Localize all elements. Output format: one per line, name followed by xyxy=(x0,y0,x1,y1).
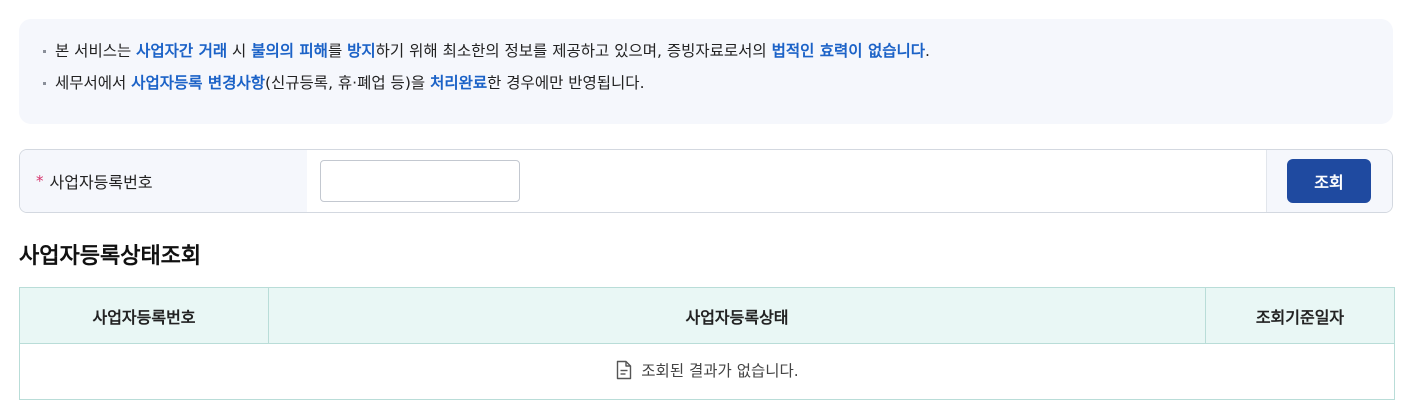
line1-seg: 법적인 효력이 없습니다 xyxy=(771,42,925,60)
line2-seg: 세무서에서 xyxy=(55,74,132,92)
notice-box: 본 서비스는 사업자간 거래 시 불의의 피해를 방지하기 위해 최소한의 정보… xyxy=(19,19,1393,124)
column-header-business-number: 사업자등록번호 xyxy=(19,287,269,344)
line2-seg: 한 경우에만 반영됩니다. xyxy=(487,74,645,92)
bullet-icon xyxy=(43,50,46,53)
column-header-status: 사업자등록상태 xyxy=(268,287,1206,344)
line1-seg: 사업자간 거래 xyxy=(136,42,228,60)
line1-seg: 방지 xyxy=(347,42,376,60)
line2-seg: (신규등록, 휴·폐업 등)을 xyxy=(264,74,431,92)
result-table: 사업자등록번호 사업자등록상태 조회기준일자 조회된 결과가 없습니다. xyxy=(19,287,1395,400)
table-row: 조회된 결과가 없습니다. xyxy=(19,343,1395,400)
notice-line-2: 세무서에서 사업자등록 변경사항(신규등록, 휴·폐업 등)을 처리완료한 경우… xyxy=(41,73,1393,93)
search-button-cell: 조회 xyxy=(1266,150,1392,212)
notice-line-1: 본 서비스는 사업자간 거래 시 불의의 피해를 방지하기 위해 최소한의 정보… xyxy=(41,41,1393,61)
business-number-input[interactable] xyxy=(320,160,520,202)
line1-seg: 불의의 피해 xyxy=(251,42,328,60)
empty-result: 조회된 결과가 없습니다. xyxy=(615,359,799,381)
page-title: 사업자등록상태조회 xyxy=(19,244,202,269)
search-label: 사업자등록번호 xyxy=(49,173,153,192)
line1-seg: 시 xyxy=(227,42,252,60)
bullet-icon xyxy=(43,82,46,85)
line1-seg: 하기 위해 최소한의 정보를 제공하고 있으며, 증빙자료로서의 xyxy=(375,42,772,60)
line1-seg: 를 xyxy=(327,42,348,60)
document-icon xyxy=(617,360,632,380)
search-button[interactable]: 조회 xyxy=(1287,159,1371,203)
column-header-date: 조회기준일자 xyxy=(1205,287,1395,344)
search-form: * 사업자등록번호 조회 xyxy=(19,149,1393,213)
empty-message: 조회된 결과가 없습니다. xyxy=(641,362,799,380)
search-label-cell: * 사업자등록번호 xyxy=(20,150,307,212)
empty-result-cell: 조회된 결과가 없습니다. xyxy=(19,343,1395,400)
table-header-row: 사업자등록번호 사업자등록상태 조회기준일자 xyxy=(19,287,1395,344)
line1-seg: 본 서비스는 xyxy=(55,42,137,60)
line2-seg: 처리완료 xyxy=(430,74,488,92)
line1-seg: . xyxy=(925,42,930,60)
required-mark: * xyxy=(36,172,44,190)
line2-seg: 사업자등록 변경사항 xyxy=(131,74,265,92)
